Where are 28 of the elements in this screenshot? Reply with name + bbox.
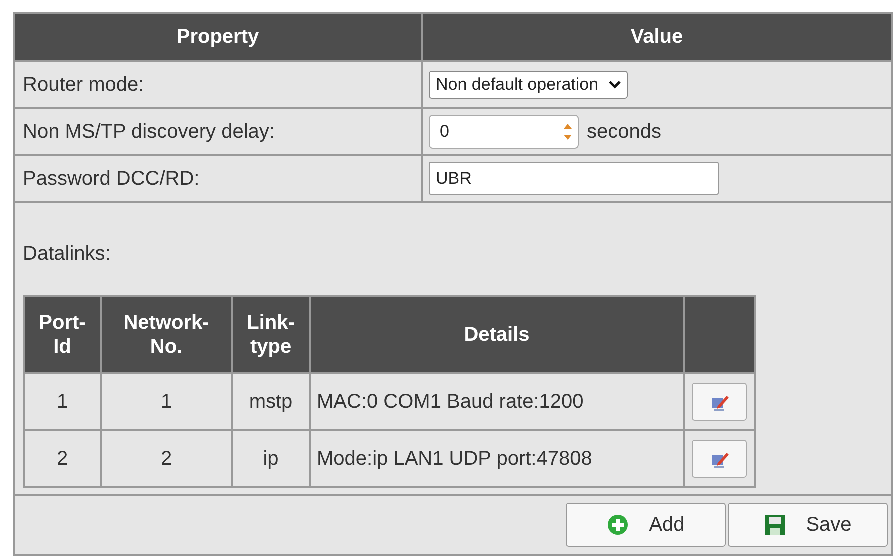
column-header: Network-No.	[124, 310, 210, 358]
plus-icon	[607, 514, 630, 536]
property-label: Password DCC/RD:	[23, 168, 200, 190]
column-header: Details	[464, 322, 530, 346]
password-field[interactable]: UBR	[429, 162, 719, 195]
edit-button[interactable]	[692, 382, 747, 420]
table-cell: 2	[101, 430, 232, 487]
datalinks-label: Datalinks:	[23, 243, 111, 265]
column-header: Value	[422, 13, 892, 61]
column-header: Port-Id	[39, 310, 86, 358]
number-field[interactable]: 0	[429, 114, 579, 148]
save-button[interactable]: Save	[728, 503, 888, 547]
table-cell: 2	[24, 430, 101, 487]
edit-button[interactable]	[692, 440, 747, 478]
property-label: Non MS/TP discovery delay:	[23, 120, 275, 142]
table-cell: 1	[101, 373, 232, 430]
table-cell: Mode:ip LAN1 UDP port:47808	[310, 430, 684, 487]
unit-label: seconds	[587, 120, 662, 144]
add-button[interactable]: Add	[566, 503, 726, 547]
table-cell: 1	[24, 373, 101, 430]
table-cell: mstp	[232, 373, 310, 430]
table-cell: MAC:0 COM1 Baud rate:1200	[310, 373, 684, 430]
column-header: Property	[14, 13, 422, 61]
property-label: Router mode:	[23, 74, 144, 96]
mode-dropdown[interactable]: Non default operation	[429, 70, 628, 98]
column-header: Link-type	[247, 310, 295, 358]
chevron-down-icon	[608, 80, 621, 88]
table-cell: ip	[232, 430, 310, 487]
